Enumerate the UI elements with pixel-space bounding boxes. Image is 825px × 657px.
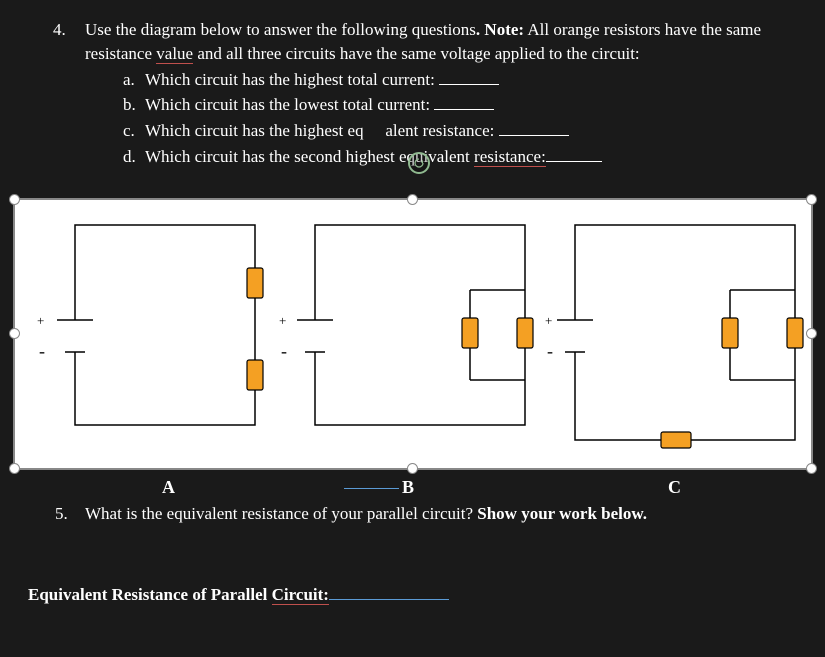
q4c-letter: c. [123, 119, 145, 143]
equivalent-resistance-heading: Equivalent Resistance of Parallel Circui… [28, 583, 449, 607]
q4a-blank[interactable] [439, 68, 499, 85]
q4-number: 4. [53, 18, 66, 42]
q4d-blank[interactable] [546, 145, 602, 162]
refresh-icon[interactable] [408, 152, 430, 174]
plus-c: + [545, 313, 552, 328]
q4d: d.Which circuit has the second highest e… [123, 145, 800, 169]
q4c-blank[interactable] [499, 119, 569, 136]
q5-text-b: Show your work below. [477, 504, 647, 523]
q4-intro-a: Use the diagram below to answer the foll… [85, 20, 476, 39]
circuit-a: + - [37, 225, 263, 425]
svg-text:-: - [281, 341, 287, 361]
refresh-svg [413, 157, 425, 169]
resize-handle-tl[interactable] [9, 194, 20, 205]
q4b-text: Which circuit has the lowest total curre… [145, 95, 430, 114]
resize-handle-tm[interactable] [407, 194, 418, 205]
circuit-svg: + - + - [15, 200, 811, 468]
svg-text:-: - [39, 341, 45, 361]
q4c-text-b: alent resistance: [385, 121, 494, 140]
plus-a: + [37, 313, 44, 328]
q4-body: Use the diagram below to answer the foll… [85, 18, 800, 169]
label-a: A [162, 475, 175, 500]
eqres-prefix: Equivalent Resistance of Parallel [28, 585, 272, 604]
q4d-resistance-word: resistance: [474, 147, 546, 167]
q4-note-label: . Note: [476, 20, 524, 39]
q4-intro-c: and all three circuits have the same vol… [193, 44, 640, 63]
circuit-b: + - [279, 225, 533, 425]
resize-handle-mr[interactable] [806, 328, 817, 339]
q4a-letter: a. [123, 68, 145, 92]
resize-handle-br[interactable] [806, 463, 817, 474]
q4d-letter: d. [123, 145, 145, 169]
resize-handle-bm[interactable] [407, 463, 418, 474]
label-c: C [668, 475, 681, 500]
label-b: B [402, 475, 414, 500]
circuit-diagram-image[interactable]: + - + - [15, 200, 811, 468]
resize-handle-tr[interactable] [806, 194, 817, 205]
q4a: a.Which circuit has the highest total cu… [123, 68, 800, 92]
page: 4. Use the diagram below to answer the f… [0, 0, 825, 657]
svg-text:-: - [547, 341, 553, 361]
question-5: 5. What is the equivalent resistance of … [55, 502, 800, 526]
q4b: b.Which circuit has the lowest total cur… [123, 93, 800, 117]
q4b-letter: b. [123, 93, 145, 117]
circuit-c: + - [545, 225, 803, 448]
label-b-underline [344, 488, 399, 489]
q4b-blank[interactable] [434, 93, 494, 110]
plus-b: + [279, 313, 286, 328]
question-4: 4. Use the diagram below to answer the f… [55, 18, 800, 169]
q4c: c.Which circuit has the highest equivale… [123, 119, 800, 143]
resize-handle-bl[interactable] [9, 463, 20, 474]
eqres-blank[interactable] [329, 583, 449, 600]
q4-value-word: value [156, 44, 193, 64]
eqres-circuit: Circuit: [272, 585, 329, 605]
resize-handle-ml[interactable] [9, 328, 20, 339]
q5-body: What is the equivalent resistance of you… [85, 502, 800, 526]
q4a-text: Which circuit has the highest total curr… [145, 70, 435, 89]
q5-number: 5. [55, 502, 68, 526]
q5-text-a: What is the equivalent resistance of you… [85, 504, 477, 523]
q4c-text-a: Which circuit has the highest eq [145, 121, 364, 140]
